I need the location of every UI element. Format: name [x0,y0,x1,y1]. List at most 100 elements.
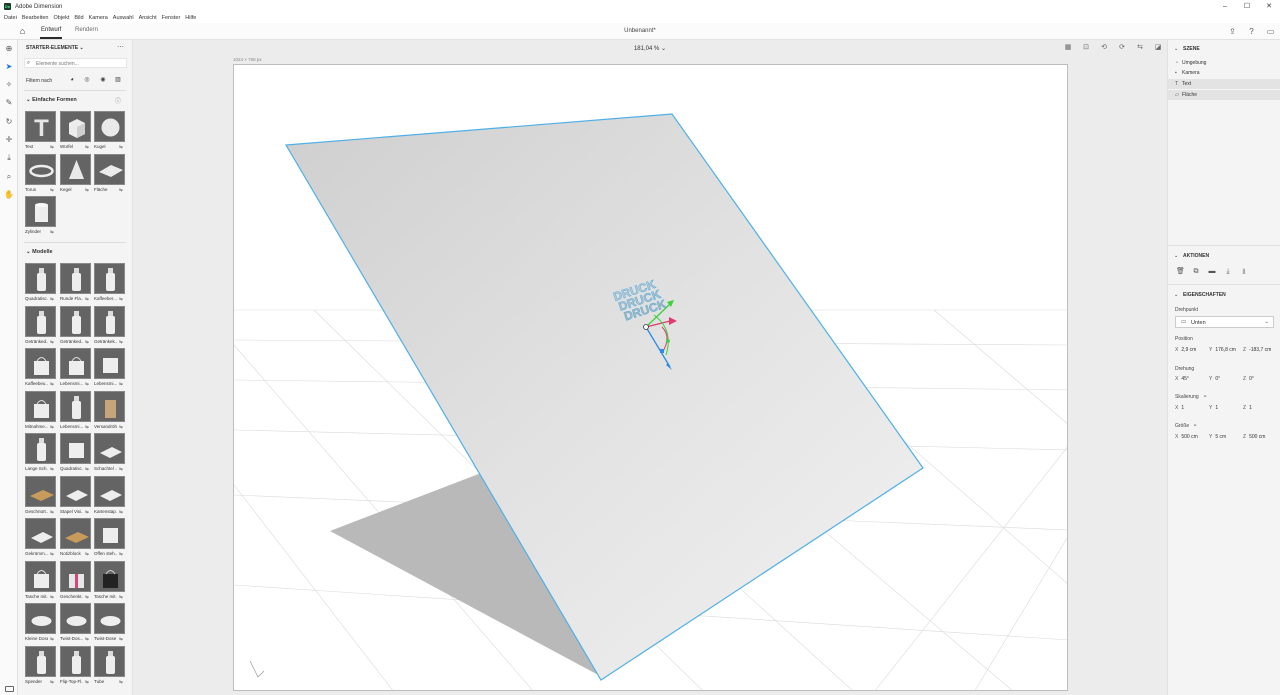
asset-tile-schachtel[interactable] [94,433,125,464]
adjust-icon[interactable]: ⇋ [119,636,123,642]
dolly-icon[interactable]: ⇆ [1135,43,1145,53]
adjust-icon[interactable]: ⇋ [85,594,89,600]
adjust-icon[interactable]: ⇋ [50,144,54,150]
asset-tile-kegel[interactable] [60,153,91,185]
asset-tile-geschenkt[interactable] [60,560,91,592]
rotation-z-field[interactable]: Z 0° [1243,376,1254,382]
menu-hilfe[interactable]: Hilfe [185,15,196,21]
asset-tile-twist-dos[interactable] [60,603,91,634]
adjust-icon[interactable]: ⇋ [50,339,54,345]
asset-tile-spender[interactable] [25,645,56,677]
camera-bookmark-icon[interactable]: ◪ [1153,43,1163,53]
grid-icon[interactable]: ▦ [1063,43,1073,53]
adjust-icon[interactable]: ⇋ [119,424,123,430]
orbit-icon[interactable]: ↻ [4,117,14,127]
adjust-icon[interactable]: ⇋ [50,296,54,302]
adjust-icon[interactable]: ⇋ [50,381,54,387]
adjust-icon[interactable]: ⇋ [119,296,123,302]
rotation-y-field[interactable]: Y 0° [1209,376,1220,382]
asset-tile-runde-fla[interactable] [60,263,91,294]
asset-tile-kleine-dose[interactable] [25,603,56,634]
duplicate-icon[interactable]: ⧉ [1192,268,1200,276]
scale-y-field[interactable]: Y1 [1209,405,1218,411]
asset-tile-tasche-mit[interactable] [25,560,56,592]
more-options-icon[interactable]: ⋯ [117,43,124,51]
link-icon[interactable]: ⚭ [1203,394,1207,400]
link-icon[interactable]: ⚭ [1193,423,1197,429]
asset-tile-flip-top-fl[interactable] [60,645,91,677]
asset-tile-fläche[interactable] [94,153,125,185]
size-x-field[interactable]: X 500 cm [1175,434,1198,440]
adjust-icon[interactable]: ⇋ [85,636,89,642]
orbit-view-icon[interactable]: ⟲ [1099,43,1109,53]
menu-kamera[interactable]: Kamera [89,15,108,21]
menu-ansicht[interactable]: Ansicht [139,15,157,21]
adjust-icon[interactable]: ⇋ [119,187,123,193]
rotation-x-field[interactable]: X 45° [1175,376,1189,382]
size-y-field[interactable]: Y5 cm [1209,434,1226,440]
scene-item-kamera[interactable]: ▪ Kamera [1168,68,1280,78]
adjust-icon[interactable]: ⇋ [119,594,123,600]
scene-item-umgebung[interactable]: ◔ Umgebung [1168,58,1280,68]
help-icon[interactable]: ? [1246,26,1257,37]
adjust-icon[interactable]: ⇋ [85,381,89,387]
move-icon[interactable]: ✛ [4,135,14,145]
filter-materials-icon[interactable]: ◎ [84,77,90,83]
select-tool-icon[interactable]: ➤ [4,62,14,72]
menu-datei[interactable]: Datei [4,15,17,21]
asset-tile-tasche-mit[interactable] [94,560,125,592]
adjust-icon[interactable]: ⇋ [50,551,54,557]
assets-header[interactable]: STARTER-ELEMENTE ⌄ [26,45,84,51]
chat-icon[interactable]: ▭ [1265,26,1276,37]
asset-tile-quadratisc[interactable] [25,263,56,294]
menu-objekt[interactable]: Objekt [53,15,69,21]
asset-tile-tube[interactable] [94,645,125,677]
asset-tile-notizblock[interactable] [60,518,91,549]
adjust-icon[interactable]: ⇋ [85,424,89,430]
asset-tile-text[interactable]: T [25,111,56,142]
zoom-icon[interactable]: ⌕ [4,172,14,182]
adjust-icon[interactable]: ⇋ [119,679,123,685]
chevron-down-icon[interactable]: ⌄ [1174,253,1178,259]
asset-tile-mitnahme[interactable] [25,390,56,422]
drop-icon[interactable]: ⤓ [4,153,14,163]
adjust-icon[interactable]: ⇋ [50,466,54,472]
adjust-icon[interactable]: ⇋ [119,509,123,515]
group-icon[interactable]: ▬ [1208,268,1216,276]
asset-tile-lange-sch[interactable] [25,433,56,464]
adjust-icon[interactable]: ⇋ [119,381,123,387]
frame-icon[interactable]: ⊡ [1081,43,1091,53]
asset-tile-getränked[interactable] [60,305,91,337]
info-icon[interactable]: ⓘ [115,96,121,105]
pivot-dropdown[interactable]: ▭ Unten ⌄ [1175,316,1274,328]
scene-item-text[interactable]: T Text [1168,79,1280,89]
adjust-icon[interactable]: ⇋ [50,594,54,600]
sample-tool-icon[interactable]: ✎ [4,98,14,108]
position-x-field[interactable]: X 2,9 cm [1175,347,1196,353]
position-z-field[interactable]: Z -183,7 cm [1243,347,1271,353]
section-models[interactable]: ⌄ Modelle [26,249,53,255]
asset-tile-torus[interactable] [25,153,56,185]
filter-models-icon[interactable]: ◕ [69,77,75,83]
adjust-icon[interactable]: ⇋ [50,424,54,430]
asset-tile-lebensmi[interactable] [60,390,91,422]
adjust-icon[interactable]: ⇋ [85,509,89,515]
align-icon[interactable]: ⫫ [1240,268,1248,276]
asset-tile-kugel[interactable] [94,111,125,142]
3d-viewport[interactable]: DRUCK DRUCK DRUCK [233,64,1068,691]
menu-auswahl[interactable]: Auswahl [113,15,134,21]
magic-wand-icon[interactable]: ✧ [4,80,14,90]
filter-lights-icon[interactable]: ◉ [100,77,106,83]
adjust-icon[interactable]: ⇋ [85,551,89,557]
asset-tile-kaffeebeu[interactable] [25,348,56,379]
adjust-icon[interactable]: ⇋ [85,679,89,685]
adjust-icon[interactable]: ⇋ [85,187,89,193]
asset-tile-kartenstap[interactable] [94,475,125,507]
asset-tile-geschnürt[interactable] [25,475,56,507]
asset-search[interactable]: ⌕ [24,58,127,68]
asset-tile-gekrümm[interactable] [25,518,56,549]
delete-icon[interactable]: 🗑 [1176,268,1185,276]
chevron-down-icon[interactable]: ⌄ [1174,292,1178,298]
menu-fenster[interactable]: Fenster [162,15,181,21]
adjust-icon[interactable]: ⇋ [85,466,89,472]
